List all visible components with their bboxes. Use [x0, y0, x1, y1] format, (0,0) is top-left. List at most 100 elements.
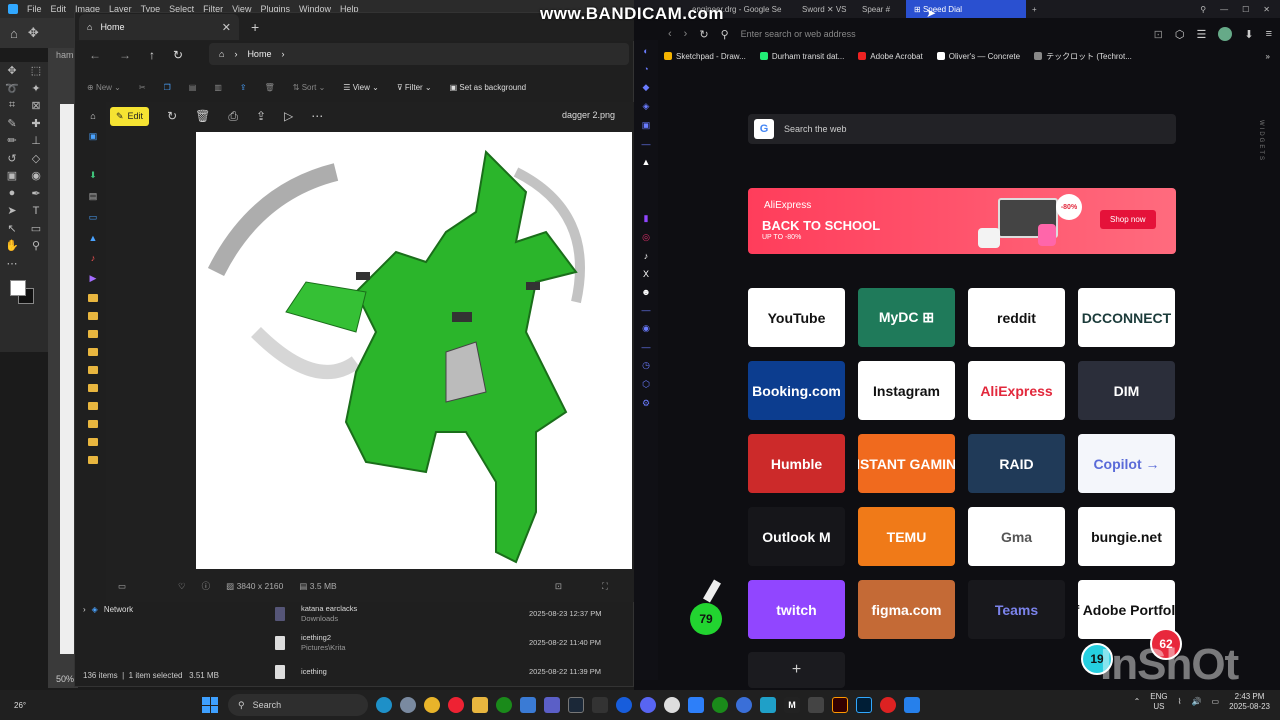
copy-icon[interactable]: ❐ [164, 83, 171, 92]
weather-widget[interactable]: 26° [14, 701, 54, 710]
language-indicator[interactable]: ENG US [1150, 692, 1167, 712]
up-arrow-icon[interactable]: ↑ [149, 48, 155, 62]
tiktok-icon[interactable]: ♪ [644, 251, 649, 261]
marquee-tool-icon[interactable]: ⬚ [31, 64, 41, 77]
edge-icon[interactable] [376, 697, 392, 713]
bookmark-item[interactable]: Durham transit dat... [759, 52, 844, 61]
xbox-game-bar-icon[interactable] [712, 697, 728, 713]
x-icon[interactable]: X [643, 269, 649, 279]
documents-icon[interactable]: ▤ [89, 191, 98, 202]
instagram-icon[interactable]: ◎ [642, 232, 650, 243]
refresh-icon[interactable]: ↻ [173, 48, 183, 62]
xbox-icon[interactable] [496, 697, 512, 713]
search-tabs-icon[interactable]: ⚲ [1200, 5, 1206, 14]
obs-icon[interactable] [664, 697, 680, 713]
speed-dial-tile[interactable]: Instagram [858, 361, 955, 420]
pictures-icon[interactable]: ▲ [89, 233, 98, 243]
volume-icon[interactable]: 🔊 [1192, 697, 1202, 707]
more-tools-icon[interactable]: ⋯ [7, 257, 18, 270]
extensions-icon[interactable]: ⬡ [642, 379, 650, 390]
snipping-tool-icon[interactable] [904, 697, 920, 713]
browser-tab[interactable]: Spear # [854, 0, 906, 18]
battery-icon[interactable]: ▭ [1212, 697, 1220, 707]
filter-button[interactable]: ⊽ Filter ⌄ [397, 83, 432, 92]
maximize-icon[interactable]: ☐ [1242, 5, 1249, 14]
aria-icon[interactable]: ◐ [643, 46, 648, 56]
pen-tool-icon[interactable]: ✒ [31, 187, 40, 200]
rotate-icon[interactable]: ↻ [167, 109, 177, 123]
close-icon[interactable]: ✕ [1263, 5, 1270, 14]
chevron-right-icon[interactable]: » [1266, 52, 1270, 61]
speed-dial-icon[interactable]: ◔ [643, 64, 648, 74]
back-arrow-icon[interactable]: ← [89, 48, 101, 62]
crop-tool-icon[interactable]: ⌗ [9, 99, 15, 112]
share-icon[interactable]: ⇪ [256, 109, 266, 123]
speed-dial-search[interactable]: G Search the web [748, 114, 1176, 144]
file-explorer-icon[interactable] [472, 697, 488, 713]
new-tab-icon[interactable]: + [1032, 5, 1037, 14]
store-icon[interactable] [520, 697, 536, 713]
speed-dial-tile[interactable]: Teams [968, 580, 1065, 639]
settings-gear-icon[interactable] [400, 697, 416, 713]
player-icon[interactable]: ◉ [642, 323, 650, 334]
close-tab-icon[interactable]: ✕ [222, 21, 231, 34]
folder-icon[interactable] [88, 330, 98, 338]
view-button[interactable]: ☰ View ⌄ [343, 83, 379, 92]
speed-dial-tile[interactable]: TEMU [858, 507, 955, 566]
speed-dial-tile[interactable]: YouTube [748, 288, 845, 347]
brush-tool-icon[interactable]: ✏ [7, 134, 16, 147]
epic-games-icon[interactable] [592, 697, 608, 713]
filmstrip-icon[interactable]: ▭ [118, 581, 126, 592]
path-select-icon[interactable]: ➤ [7, 204, 16, 217]
shape-tool-icon[interactable]: ▭ [31, 222, 41, 235]
file-row[interactable]: katana earclacks Downloads 2025-08-23 12:… [275, 599, 635, 628]
add-speed-dial-button[interactable]: + [748, 652, 845, 688]
snapshot-icon[interactable]: ⊡ [1154, 28, 1163, 41]
file-row[interactable]: icething 2025-08-22 11:39 PM [275, 657, 635, 686]
bookmark-item[interactable]: Adobe Acrobat [858, 52, 923, 61]
back-arrow-icon[interactable]: ‹ [668, 28, 672, 40]
delete-icon[interactable]: 🗑 [265, 83, 275, 92]
ps-menu-edit[interactable]: Edit [51, 4, 67, 14]
new-button[interactable]: ⊕ New ⌄ [87, 83, 121, 92]
gradient-tool-icon[interactable]: ▣ [7, 169, 17, 182]
photoshop-icon[interactable] [856, 697, 872, 713]
set-background-button[interactable]: ▣ Set as background [450, 83, 527, 92]
frame-tool-icon[interactable]: ⊠ [31, 99, 40, 112]
browser-tab[interactable]: Sword ✕ VS [794, 0, 854, 18]
opera-icon[interactable] [448, 697, 464, 713]
sort-button[interactable]: ⇅ Sort ⌄ [293, 83, 326, 92]
home-icon[interactable]: ⌂ [10, 26, 18, 41]
clock[interactable]: 2:43 PM 2025-08-23 [1229, 692, 1270, 712]
chrome-icon[interactable] [424, 697, 440, 713]
blur-tool-icon[interactable]: ◉ [31, 169, 41, 182]
speed-dial-tile[interactable]: INSTANT GAMING [858, 434, 955, 493]
speed-dial-tile[interactable]: bungie.net [1078, 507, 1175, 566]
type-tool-icon[interactable]: T [33, 205, 40, 217]
move-tool-icon[interactable]: ✥ [7, 64, 16, 77]
folder-icon[interactable] [88, 312, 98, 320]
eyedropper-icon[interactable]: ✎ [7, 117, 16, 130]
twitch-icon[interactable]: ▮ [644, 213, 649, 224]
avatar[interactable] [1218, 27, 1233, 41]
krita-icon[interactable] [736, 697, 752, 713]
paste-icon[interactable]: ▤ [189, 83, 197, 92]
print-icon[interactable]: ⎙ [228, 109, 238, 124]
fullscreen-icon[interactable]: ⛶ [602, 581, 608, 592]
info-icon[interactable]: ⓘ [202, 580, 211, 592]
address-bar[interactable]: ⌂ › Home › [209, 43, 629, 65]
bookmark-item[interactable]: Sketchpad - Draw... [664, 52, 746, 61]
rename-icon[interactable]: ▥ [214, 83, 222, 92]
history-brush-icon[interactable]: ↺ [7, 152, 16, 165]
music-icon[interactable]: ♪ [91, 253, 96, 263]
speed-dial-tile[interactable]: DCCONNECT [1078, 288, 1175, 347]
wallet-icon[interactable]: ◆ [643, 82, 650, 93]
folder-icon[interactable] [88, 348, 98, 356]
magic-wand-icon[interactable]: ✦ [31, 82, 40, 95]
folder-icon[interactable] [88, 456, 98, 464]
epic-games-icon[interactable] [808, 697, 824, 713]
forward-arrow-icon[interactable]: → [119, 48, 131, 62]
explorer-tab-home[interactable]: ⌂ Home ✕ [79, 14, 239, 40]
speed-dial-tile[interactable]: twitch [748, 580, 845, 639]
downloads-icon[interactable]: ⬇ [1244, 28, 1253, 41]
